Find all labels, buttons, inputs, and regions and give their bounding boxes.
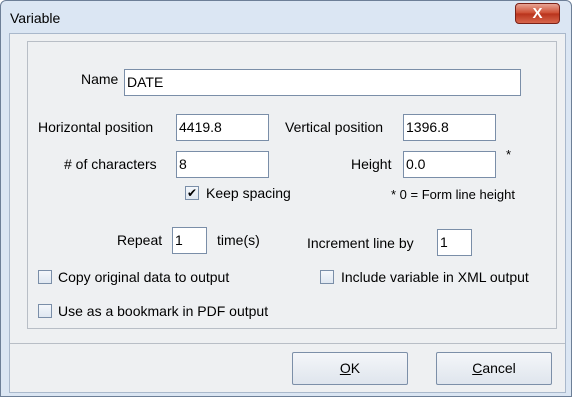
name-label: Name	[81, 71, 119, 87]
ok-mnemonic: O	[339, 360, 351, 376]
title-bar[interactable]: Variable X	[1, 1, 571, 35]
horizontal-position-input[interactable]: 4419.8	[176, 114, 269, 141]
checkmark-icon: ✔	[186, 186, 198, 200]
increment-line-input[interactable]: 1	[437, 229, 472, 256]
bookmark-label: Use as a bookmark in PDF output	[58, 303, 269, 319]
include-xml-checkbox[interactable]	[320, 270, 334, 284]
cancel-mnemonic: C	[472, 360, 483, 376]
vertical-position-input[interactable]: 1396.8	[403, 114, 496, 141]
keep-spacing-checkbox[interactable]: ✔	[185, 186, 199, 200]
height-note: * 0 = Form line height	[391, 187, 515, 202]
variable-settings-panel: Name DATE Horizontal position 4419.8 Ver…	[27, 41, 557, 329]
button-separator	[10, 343, 565, 344]
repeat-label: Repeat	[117, 232, 163, 248]
bookmark-checkbox[interactable]	[38, 304, 52, 318]
close-icon: X	[532, 5, 543, 22]
close-button[interactable]: X	[515, 3, 560, 24]
increment-line-label: Increment line by	[307, 235, 414, 251]
copy-original-checkbox[interactable]	[38, 270, 52, 284]
height-label: Height	[351, 156, 392, 172]
copy-original-label: Copy original data to output	[58, 269, 230, 285]
ok-button[interactable]: OK	[292, 352, 408, 385]
height-asterisk: *	[506, 147, 512, 162]
characters-label: # of characters	[64, 156, 157, 172]
dialog-body: Name DATE Horizontal position 4419.8 Ver…	[9, 33, 566, 393]
height-input[interactable]: 0.0	[403, 151, 496, 178]
ok-label: K	[350, 360, 361, 376]
times-label: time(s)	[217, 232, 260, 248]
repeat-input[interactable]: 1	[172, 227, 207, 254]
cancel-label: ancel	[482, 360, 516, 376]
cancel-button[interactable]: Cancel	[436, 352, 552, 385]
horizontal-position-label: Horizontal position	[38, 119, 154, 135]
name-input[interactable]: DATE	[124, 69, 521, 96]
characters-input[interactable]: 8	[176, 151, 269, 178]
variable-dialog: Variable X Name DATE Horizontal position…	[0, 0, 572, 397]
keep-spacing-label: Keep spacing	[206, 185, 291, 201]
vertical-position-label: Vertical position	[285, 119, 384, 135]
dialog-title: Variable	[10, 10, 61, 26]
include-xml-label: Include variable in XML output	[341, 269, 529, 285]
